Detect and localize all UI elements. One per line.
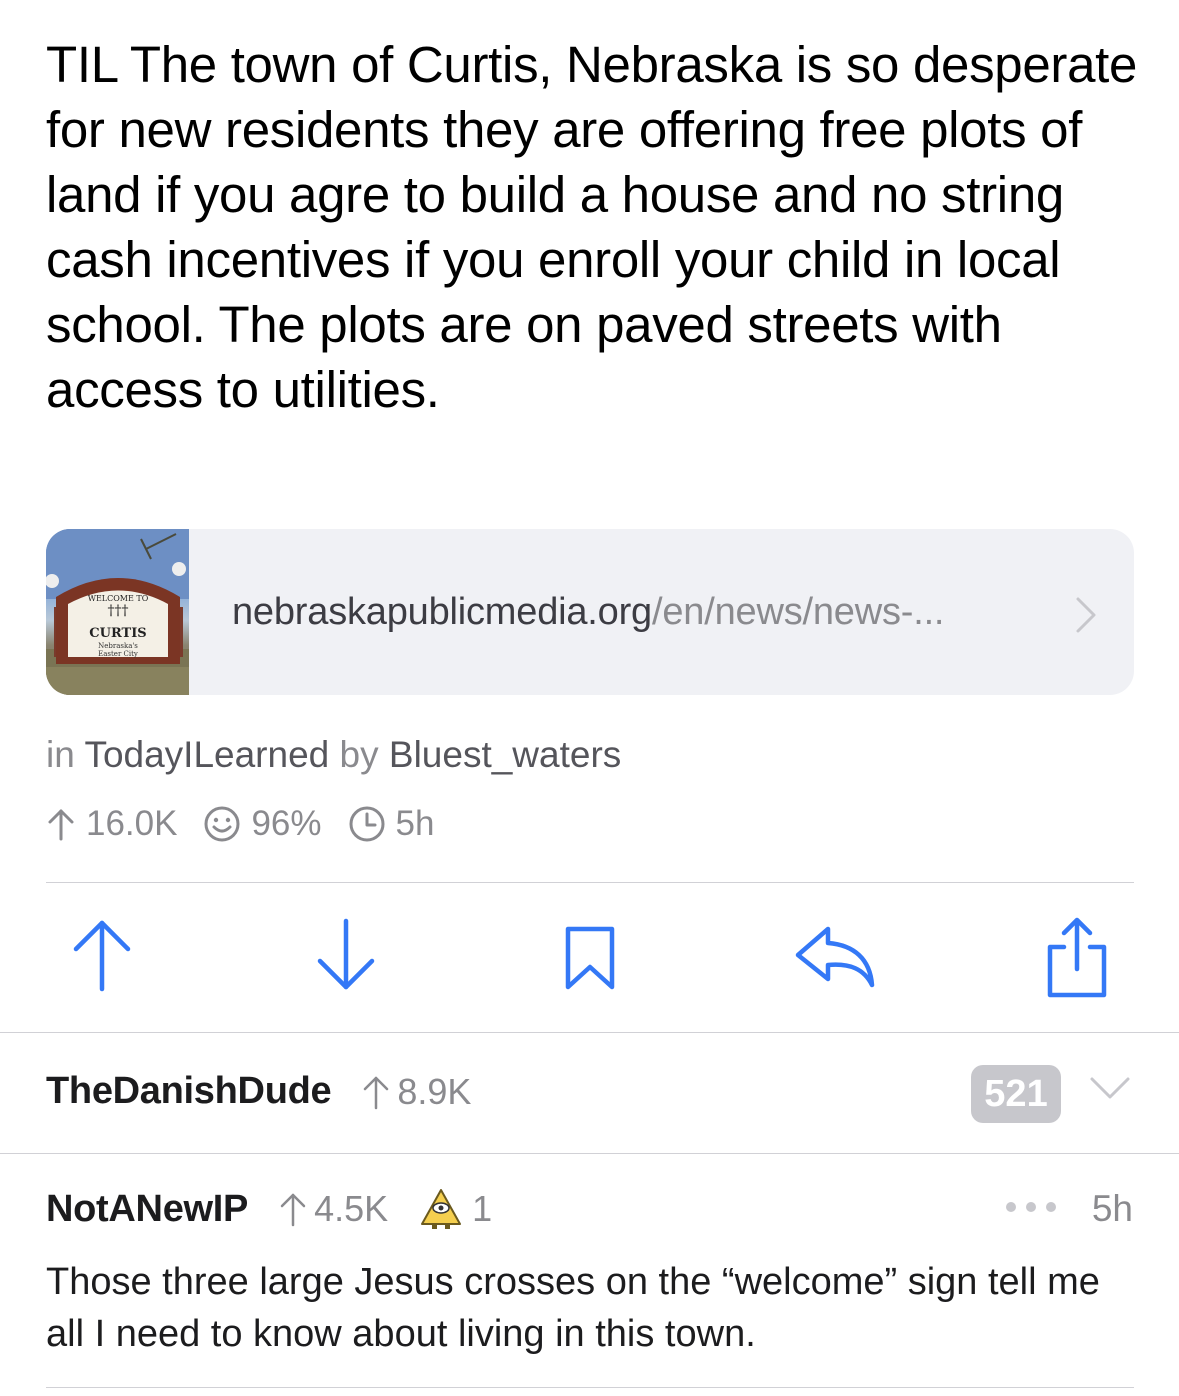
pyramid-award-icon: [421, 1189, 462, 1229]
chevron-right-icon: [1076, 597, 1096, 633]
comment-score: 8.9K: [361, 1071, 471, 1113]
comment-header: NotANewIP 4.5K 1: [46, 1186, 1134, 1232]
post-stats: 16.0K 96% 5h: [46, 804, 460, 844]
arrow-up-icon: [48, 809, 74, 841]
upvote-stat: 16.0K: [46, 804, 177, 844]
post-age: 5h: [395, 804, 435, 843]
upvote-ratio: 96%: [251, 804, 322, 843]
downvote-button[interactable]: [316, 915, 376, 1000]
divider: [46, 1387, 1134, 1388]
arrow-down-icon: [317, 918, 375, 990]
link-preview-card[interactable]: WELCOME TO ††† CURTIS Nebraska's Easter …: [46, 529, 1134, 695]
svg-text:†††: †††: [108, 603, 129, 619]
post-meta: in TodayILearned by Bluest_waters: [46, 734, 621, 776]
in-label: in: [46, 734, 75, 775]
post-title: TIL The town of Curtis, Nebraska is so d…: [46, 36, 1138, 418]
arrow-up-icon: [73, 920, 131, 992]
ratio-stat: 96%: [203, 804, 322, 844]
comment-score-value: 4.5K: [314, 1188, 389, 1229]
share-button[interactable]: [1044, 915, 1110, 1006]
share-icon: [1047, 917, 1107, 998]
more-options-icon[interactable]: [1003, 1195, 1059, 1219]
comment-author[interactable]: TheDanishDude: [46, 1070, 332, 1113]
comment-body: Those three large Jesus crosses on the “…: [46, 1261, 1100, 1355]
clock-icon: [349, 806, 385, 842]
sign-sub2-text: Easter City: [98, 650, 138, 658]
upvote-button[interactable]: [72, 915, 132, 1000]
action-bar: [0, 915, 1179, 1005]
smiley-icon: [204, 806, 240, 842]
comment-score: 4.5K: [278, 1188, 388, 1230]
arrow-up-icon: [364, 1076, 389, 1109]
award[interactable]: 1: [418, 1186, 492, 1232]
by-label: by: [339, 734, 379, 775]
reply-icon: [795, 926, 875, 988]
subreddit-link[interactable]: TodayILearned: [84, 734, 329, 775]
save-button[interactable]: [564, 915, 616, 1000]
chevron-down-icon[interactable]: [1088, 1075, 1132, 1103]
sign-welcome-text: WELCOME TO: [88, 594, 149, 603]
comment-age: 5h: [1091, 1188, 1133, 1229]
arrow-up-icon: [280, 1193, 306, 1227]
comment-author[interactable]: NotANewIP: [46, 1188, 248, 1231]
reply-button[interactable]: [794, 915, 878, 1000]
sign-sub1-text: Nebraska's: [98, 642, 138, 650]
bookmark-icon: [565, 926, 615, 990]
link-path: /en/news/news-...: [652, 591, 945, 633]
sign-name-text: CURTIS: [89, 626, 146, 641]
author-link[interactable]: Bluest_waters: [389, 734, 621, 775]
link-thumbnail: WELCOME TO ††† CURTIS Nebraska's Easter …: [46, 529, 189, 695]
award-count: 1: [472, 1188, 493, 1229]
collapsed-count-badge[interactable]: 521: [971, 1065, 1061, 1123]
comment-score-value: 8.9K: [397, 1070, 472, 1112]
divider: [0, 1032, 1179, 1033]
link-domain: nebraskapublicmedia.org: [232, 591, 652, 633]
divider: [46, 882, 1134, 883]
divider: [0, 1153, 1179, 1154]
upvote-count: 16.0K: [86, 804, 178, 843]
link-url[interactable]: nebraskapublicmedia.org/en/news/news-...: [232, 591, 944, 634]
age-stat: 5h: [348, 804, 435, 844]
